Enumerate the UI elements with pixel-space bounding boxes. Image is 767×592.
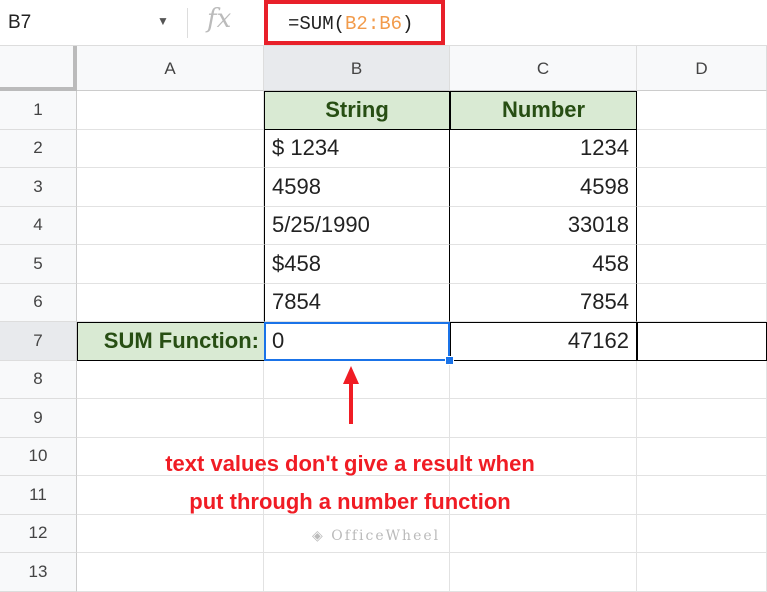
sum-label-cell[interactable]: SUM Function: <box>77 322 264 361</box>
sum-result-cell[interactable]: 47162 <box>450 322 637 361</box>
cell[interactable] <box>637 514 767 553</box>
formula-input[interactable]: =SUM(B2:B6) <box>264 0 445 45</box>
column-header-A[interactable]: A <box>77 46 264 91</box>
watermark-logo: ◈ OfficeWheel <box>312 528 441 544</box>
cell[interactable] <box>637 437 767 476</box>
sum-result-cell[interactable] <box>637 322 767 361</box>
row-header-5[interactable]: 5 <box>0 245 77 284</box>
fill-handle[interactable] <box>445 355 454 365</box>
column-header-D[interactable]: D <box>637 46 767 91</box>
row-header-11[interactable]: 11 <box>0 476 77 515</box>
cell[interactable] <box>637 399 767 438</box>
row-header-13[interactable]: 13 <box>0 553 77 592</box>
cell[interactable]: $ 1234 <box>264 129 450 168</box>
formula-suffix: ) <box>402 13 414 35</box>
cell[interactable] <box>77 168 264 207</box>
cell[interactable] <box>637 206 767 245</box>
cell[interactable] <box>77 283 264 322</box>
cell[interactable] <box>637 553 767 592</box>
cell[interactable] <box>77 91 264 130</box>
cell[interactable]: $458 <box>264 245 450 284</box>
cell[interactable] <box>637 91 767 130</box>
row-header-3[interactable]: 3 <box>0 168 77 207</box>
cell[interactable] <box>77 129 264 168</box>
row-header-8[interactable]: 8 <box>0 360 77 399</box>
cell[interactable] <box>77 206 264 245</box>
cell[interactable] <box>637 245 767 284</box>
cell[interactable]: 1234 <box>450 129 637 168</box>
row-header-12[interactable]: 12 <box>0 514 77 553</box>
name-box-dropdown-icon[interactable]: ▼ <box>157 14 169 28</box>
row-header-9[interactable]: 9 <box>0 399 77 438</box>
row-header-4[interactable]: 4 <box>0 206 77 245</box>
header-cell[interactable]: String <box>264 91 450 130</box>
cell[interactable] <box>450 553 637 592</box>
row-header-7[interactable]: 7 <box>0 322 77 361</box>
column-header-C[interactable]: C <box>450 46 637 91</box>
formula-bar: B7 ▼ fx =SUM(B2:B6) <box>0 0 767 46</box>
cell[interactable] <box>450 399 637 438</box>
corner-cell[interactable] <box>0 46 77 91</box>
row-header-1[interactable]: 1 <box>0 91 77 130</box>
sum-result-cell[interactable]: 0 <box>264 322 450 361</box>
cell[interactable]: 458 <box>450 245 637 284</box>
cell[interactable]: 4598 <box>450 168 637 207</box>
cell[interactable] <box>637 168 767 207</box>
row-header-6[interactable]: 6 <box>0 283 77 322</box>
cell[interactable]: 7854 <box>450 283 637 322</box>
annotation-text: text values don't give a result when put… <box>165 451 535 514</box>
cell[interactable] <box>450 360 637 399</box>
cell[interactable] <box>77 399 264 438</box>
row-header-2[interactable]: 2 <box>0 129 77 168</box>
column-header-B[interactable]: B <box>264 46 450 91</box>
cell[interactable]: 33018 <box>450 206 637 245</box>
fx-icon: fx <box>207 4 232 34</box>
cell[interactable] <box>637 360 767 399</box>
formula-range: B2:B6 <box>345 13 403 35</box>
name-box[interactable]: B7 <box>8 12 31 34</box>
divider <box>187 8 188 38</box>
cell[interactable] <box>264 553 450 592</box>
cell[interactable] <box>77 553 264 592</box>
cell[interactable] <box>637 129 767 168</box>
cell[interactable]: 4598 <box>264 168 450 207</box>
arrow-up-icon <box>343 366 359 429</box>
cell[interactable]: 5/25/1990 <box>264 206 450 245</box>
header-cell[interactable]: Number <box>450 91 637 130</box>
row-header-10[interactable]: 10 <box>0 437 77 476</box>
formula-prefix: =SUM( <box>288 13 346 35</box>
cell[interactable] <box>77 245 264 284</box>
cell[interactable]: 7854 <box>264 283 450 322</box>
cell[interactable] <box>637 283 767 322</box>
cell[interactable] <box>77 360 264 399</box>
cell[interactable] <box>637 476 767 515</box>
